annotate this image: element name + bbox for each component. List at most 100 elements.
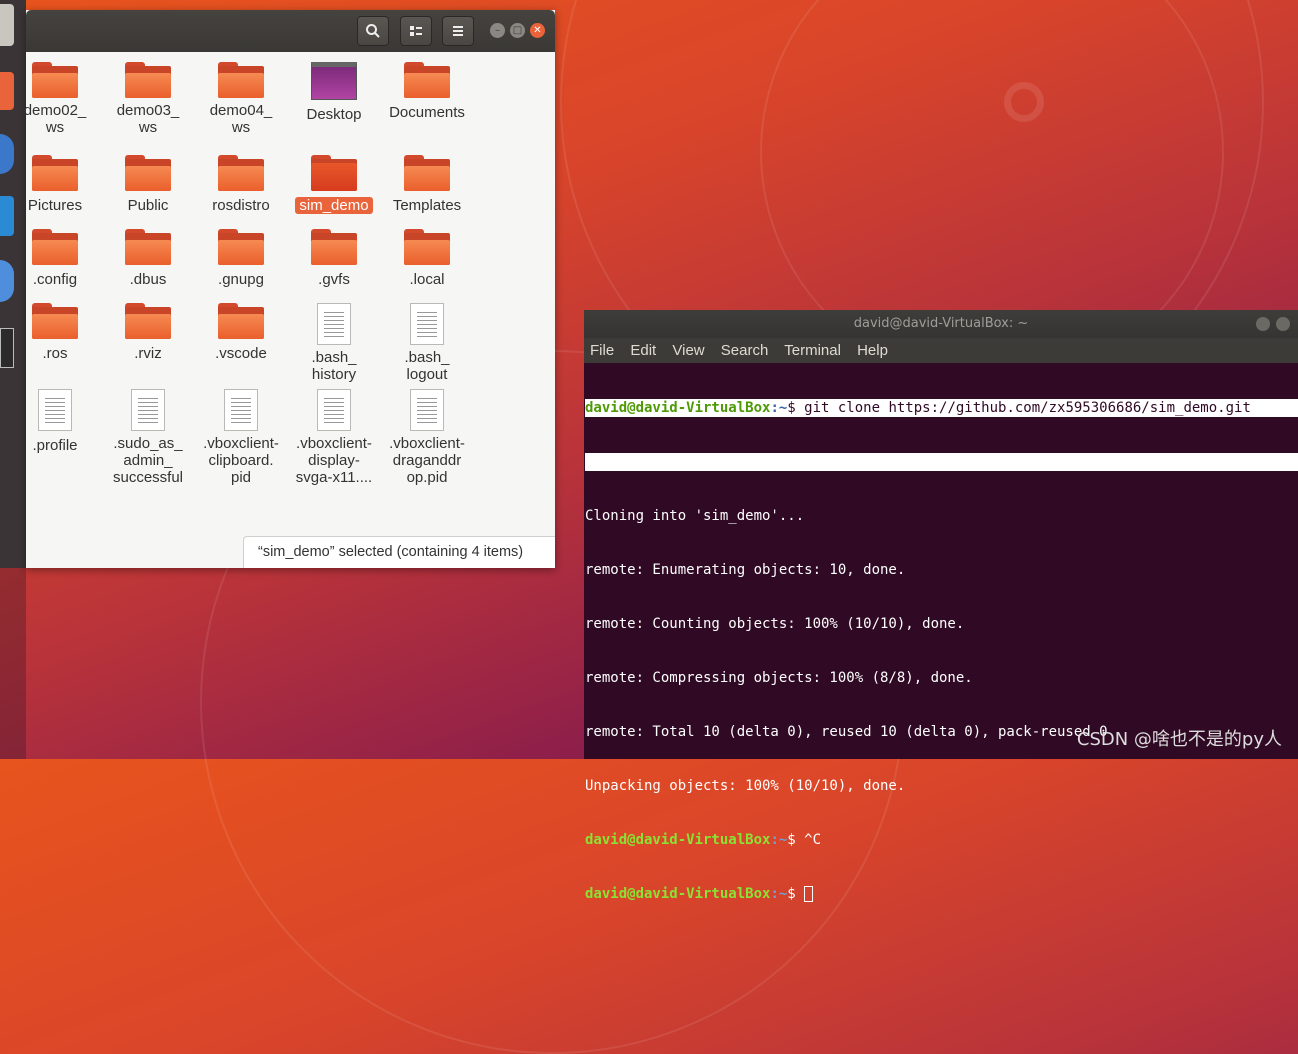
prompt-user: david@david-VirtualBox: [585, 832, 771, 848]
file-item-label: .vboxclient- clipboard. pid: [203, 435, 279, 486]
terminal-maximize-button[interactable]: [1276, 317, 1290, 331]
file-item-label: .profile: [32, 437, 78, 454]
prompt-path: :~: [770, 832, 788, 848]
file-item-label: demo04_ ws: [209, 102, 273, 136]
terminal-blank-line: [585, 453, 1298, 471]
file-item[interactable]: demo04_ ws: [196, 62, 286, 136]
file-item-label: .vboxclient- display- svga-x11....: [295, 435, 373, 486]
file-item-label: .sudo_as_ admin_ successful: [112, 435, 184, 486]
folder-icon: [32, 303, 78, 339]
file-item-label: .vscode: [215, 345, 267, 362]
file-item[interactable]: Pictures: [10, 155, 100, 214]
file-item-label: .bash_ logout: [404, 349, 450, 383]
prompt-user: david@david-VirtualBox: [585, 400, 771, 416]
menu-terminal[interactable]: Terminal: [784, 342, 841, 359]
file-item[interactable]: Documents: [382, 62, 472, 121]
selection-status-bar: “sim_demo” selected (containing 4 items): [243, 536, 555, 568]
terminal-titlebar: david@david-VirtualBox: ~: [584, 310, 1298, 338]
folder-icon: [32, 229, 78, 265]
search-button[interactable]: [357, 16, 389, 46]
file-item-label: rosdistro: [212, 197, 270, 214]
terminal-minimize-button[interactable]: [1256, 317, 1270, 331]
folder-icon: [125, 229, 171, 265]
terminal-output[interactable]: david@david-VirtualBox:~$ git clone http…: [584, 363, 1298, 939]
file-item[interactable]: .config: [10, 229, 100, 288]
terminal-prompt-line: david@david-VirtualBox:~$ ^C: [585, 831, 1298, 849]
wallpaper-dot: [1004, 82, 1044, 122]
search-icon: [366, 24, 380, 38]
file-item[interactable]: .profile: [10, 389, 100, 454]
folder-icon: [32, 155, 78, 191]
prompt-user: david@david-VirtualBox: [585, 886, 771, 902]
file-item[interactable]: Desktop: [289, 62, 379, 123]
folder-icon: [404, 155, 450, 191]
close-button[interactable]: ✕: [530, 23, 545, 38]
files-app-icon[interactable]: [0, 4, 14, 46]
file-item[interactable]: .local: [382, 229, 472, 288]
file-item-label: .config: [32, 271, 78, 288]
maximize-button[interactable]: □: [510, 23, 525, 38]
file-item[interactable]: .bash_ logout: [382, 303, 472, 383]
folder-icon: [311, 229, 357, 265]
folder-icon: [125, 155, 171, 191]
menu-file[interactable]: File: [590, 342, 614, 359]
file-manager-window: – □ ✕ demo02_ ws demo03_ ws demo04_ ws Desk…: [24, 10, 555, 568]
text-file-icon: [224, 389, 258, 431]
prompt-symbol: $: [787, 400, 805, 416]
file-item[interactable]: .vboxclient- clipboard. pid: [196, 389, 286, 486]
hamburger-menu-icon: [453, 26, 463, 36]
list-view-icon: [410, 26, 422, 36]
folder-icon: [218, 62, 264, 98]
file-item[interactable]: Templates: [382, 155, 472, 214]
file-item[interactable]: .sudo_as_ admin_ successful: [103, 389, 193, 486]
file-item[interactable]: sim_demo: [289, 155, 379, 214]
file-item-label: .gvfs: [318, 271, 350, 288]
file-manager-headerbar: – □ ✕: [26, 10, 555, 52]
menu-edit[interactable]: Edit: [630, 342, 656, 359]
file-item[interactable]: .gvfs: [289, 229, 379, 288]
command-text: git clone https://github.com/zx595306686…: [804, 400, 1251, 416]
file-item-label: .dbus: [129, 271, 167, 288]
folder-icon: [404, 62, 450, 98]
file-item[interactable]: .vscode: [196, 303, 286, 362]
folder-icon: [218, 155, 264, 191]
menu-view[interactable]: View: [672, 342, 704, 359]
text-file-icon: [131, 389, 165, 431]
file-item[interactable]: .bash_ history: [289, 303, 379, 383]
text-file-icon: [410, 303, 444, 345]
file-item[interactable]: demo02_ ws: [10, 62, 100, 136]
watermark: CSDN @啥也不是的py人: [1076, 729, 1282, 750]
prompt-symbol: $: [787, 886, 805, 902]
file-item[interactable]: .vboxclient- display- svga-x11....: [289, 389, 379, 486]
file-item[interactable]: Public: [103, 155, 193, 214]
folder-icon: [311, 155, 357, 191]
text-cursor: [804, 886, 814, 902]
file-item-label: .ros: [42, 345, 68, 362]
prompt-path: :~: [770, 886, 788, 902]
minimize-button[interactable]: –: [490, 23, 505, 38]
file-item-label: Documents: [389, 104, 465, 121]
file-item[interactable]: .ros: [10, 303, 100, 362]
view-toggle-button[interactable]: [400, 16, 432, 46]
file-item[interactable]: .gnupg: [196, 229, 286, 288]
dock-lower-area: [0, 568, 26, 759]
file-item-label: .bash_ history: [311, 349, 357, 383]
desktop-folder-icon: [311, 62, 357, 100]
folder-icon: [218, 229, 264, 265]
text-file-icon: [38, 389, 72, 431]
prompt-path: :~: [770, 400, 788, 416]
output-line: remote: Enumerating objects: 10, done.: [585, 562, 906, 578]
file-item-label: .vboxclient- draganddr op.pid: [389, 435, 465, 486]
output-line: remote: Counting objects: 100% (10/10), …: [585, 616, 965, 632]
terminal-window: david@david-VirtualBox: ~ File Edit View…: [584, 310, 1298, 902]
file-item[interactable]: .dbus: [103, 229, 193, 288]
file-item[interactable]: rosdistro: [196, 155, 286, 214]
menu-button[interactable]: [442, 16, 474, 46]
file-item[interactable]: demo03_ ws: [103, 62, 193, 136]
text-file-icon: [317, 303, 351, 345]
menu-search[interactable]: Search: [721, 342, 769, 359]
file-item[interactable]: .rviz: [103, 303, 193, 362]
menu-help[interactable]: Help: [857, 342, 888, 359]
file-item[interactable]: .vboxclient- draganddr op.pid: [382, 389, 472, 486]
terminal-title: david@david-VirtualBox: ~: [853, 316, 1029, 331]
